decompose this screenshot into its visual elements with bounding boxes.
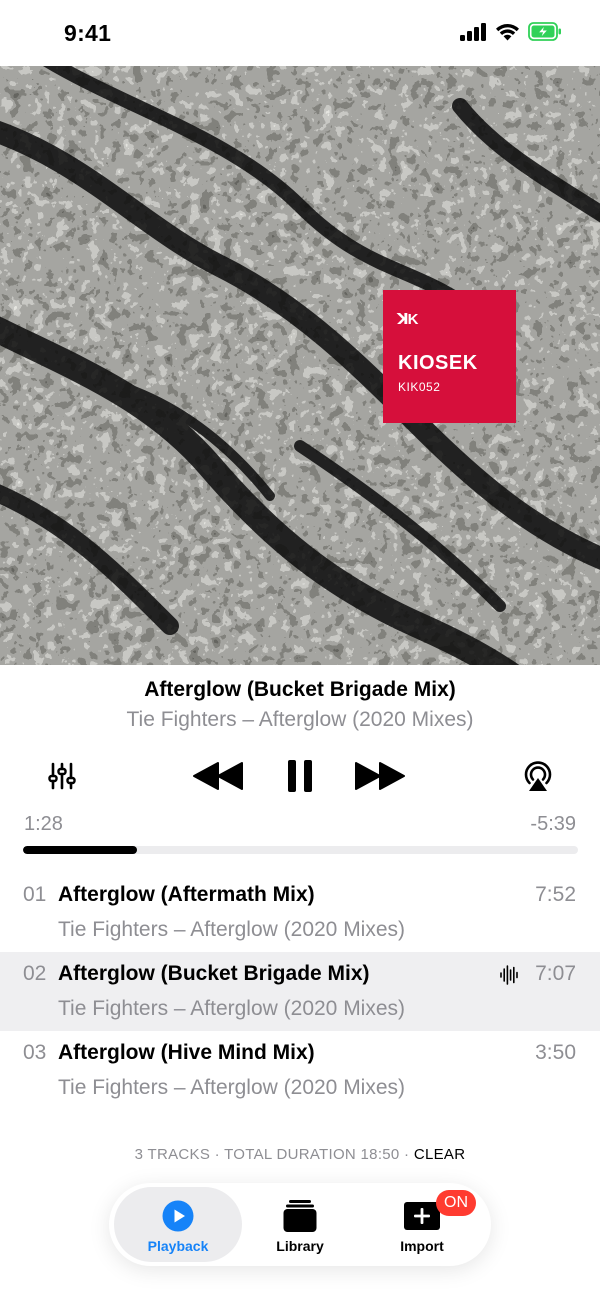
tab-import-label: Import [400, 1238, 444, 1254]
rewind-button[interactable] [190, 756, 246, 796]
fast-forward-icon [355, 762, 405, 790]
tab-playback-label: Playback [147, 1238, 209, 1254]
track-number: 02 [23, 962, 47, 985]
tab-playback[interactable]: Playback [114, 1187, 242, 1262]
tab-bar: Playback Library Import [109, 1183, 491, 1266]
battery-charging-icon [528, 22, 561, 41]
track-number: 03 [23, 1041, 47, 1064]
progress-fill [23, 846, 138, 854]
label-name: KIOSEK [398, 352, 478, 374]
now-playing-title: Afterglow (Bucket Brigade Mix) [144, 678, 456, 701]
status-bar: 9:41 [0, 0, 600, 66]
track-number: 01 [23, 883, 47, 906]
pause-button[interactable] [280, 756, 320, 796]
queue-summary: 3 TRACKS · TOTAL DURATION 18:50 · CLEAR [0, 1146, 600, 1163]
tab-library-label: Library [276, 1238, 324, 1254]
track-queue: 01 Afterglow (Aftermath Mix) Tie Fighter… [0, 873, 600, 1110]
track-row-1[interactable]: 01 Afterglow (Aftermath Mix) Tie Fighter… [0, 873, 600, 952]
track-subtitle: Tie Fighters – Afterglow (2020 Mixes) [58, 1076, 406, 1099]
track-title: Afterglow (Hive Mind Mix) [58, 1041, 315, 1064]
track-subtitle: Tie Fighters – Afterglow (2020 Mixes) [58, 918, 406, 941]
now-playing-waveform-icon [500, 965, 518, 985]
status-time: 9:41 [64, 20, 112, 46]
record-label-card: ꓘK KIOSEK KIK052 [383, 290, 516, 423]
track-row-3[interactable]: 03 Afterglow (Hive Mind Mix) Tie Fighter… [0, 1031, 600, 1110]
track-duration: 7:52 [535, 883, 576, 906]
label-logo-mark: ꓘK [397, 311, 418, 328]
playback-controls [0, 756, 600, 798]
remaining-time: -5:39 [530, 813, 576, 835]
album-artwork: ꓘK KIOSEK KIK052 [0, 66, 600, 665]
clear-queue-button[interactable]: CLEAR [414, 1146, 466, 1163]
tab-library[interactable]: Library [236, 1187, 364, 1262]
status-icons [460, 22, 562, 41]
track-duration: 3:50 [535, 1041, 576, 1064]
equalizer-button[interactable] [42, 756, 82, 796]
queue-summary-text: 3 TRACKS · TOTAL DURATION 18:50 · [134, 1146, 414, 1163]
progress-scrubber[interactable] [23, 846, 578, 854]
airplay-icon [524, 761, 552, 791]
airplay-button[interactable] [518, 756, 558, 796]
track-row-2[interactable]: 02 Afterglow (Bucket Brigade Mix) Tie Fi… [0, 952, 600, 1031]
elapsed-time: 1:28 [24, 813, 63, 835]
rewind-icon [193, 762, 243, 790]
play-circle-icon [162, 1200, 194, 1232]
library-stack-icon [283, 1200, 317, 1232]
pause-icon [288, 760, 312, 792]
fast-forward-button[interactable] [352, 756, 408, 796]
wifi-icon [496, 23, 519, 40]
import-status-badge: ON [436, 1190, 476, 1216]
equalizer-icon [48, 762, 76, 790]
track-title: Afterglow (Bucket Brigade Mix) [58, 962, 370, 985]
track-title: Afterglow (Aftermath Mix) [58, 883, 315, 906]
catalog-number: KIK052 [398, 380, 441, 394]
track-duration: 7:07 [535, 962, 576, 985]
now-playing-subtitle: Tie Fighters – Afterglow (2020 Mixes) [126, 708, 474, 731]
track-subtitle: Tie Fighters – Afterglow (2020 Mixes) [58, 997, 406, 1020]
signal-icon [460, 22, 486, 41]
